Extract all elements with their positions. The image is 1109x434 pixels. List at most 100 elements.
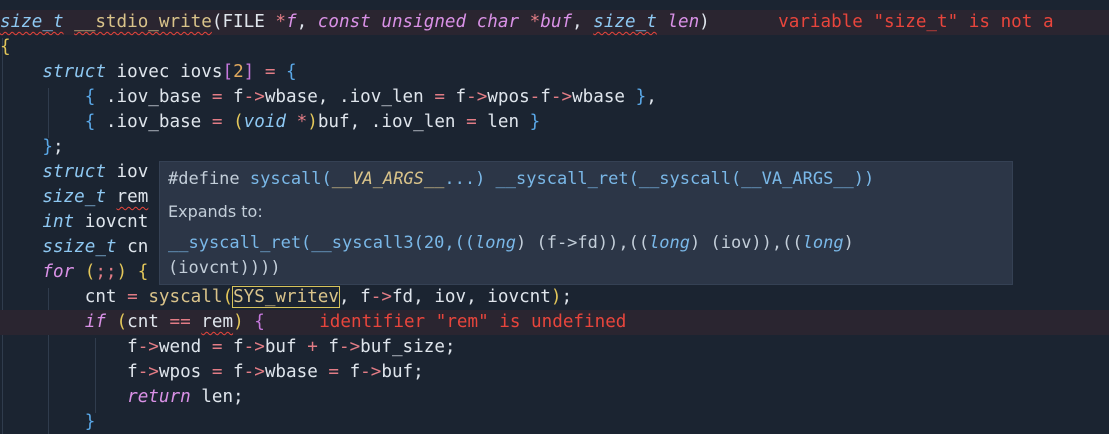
code-token: f — [317, 337, 339, 357]
code-token: f — [338, 362, 361, 382]
code-token: cn — [116, 237, 149, 257]
code-line[interactable]: cnt = syscall(SYS_writev, f->fd, iov, io… — [0, 285, 1109, 310]
code-token: [ — [222, 62, 234, 82]
code-token: ( — [84, 262, 96, 282]
code-token: -> — [243, 337, 265, 357]
code-token: ( — [211, 12, 223, 32]
expansion-line-1: __syscall_ret(__syscall3(20,((long) (f->… — [168, 231, 854, 255]
code-token: ( — [222, 287, 234, 307]
code-line[interactable]: f->wend = f->buf + f->buf_size; — [0, 335, 1109, 360]
code-token: ( — [116, 312, 128, 332]
code-token: , — [296, 12, 318, 32]
code-token: ) — [307, 112, 318, 132]
code-token: } — [529, 112, 541, 132]
code-token: + — [307, 337, 318, 357]
code-line[interactable]: return len; — [0, 385, 1109, 410]
code-token: = — [211, 112, 223, 132]
highlighted-token: SYS_writev — [232, 286, 340, 308]
code-line[interactable]: { .iov_base = f->wbase, .iov_len = f->wp… — [0, 85, 1109, 110]
code-token: for — [42, 262, 75, 282]
code-line[interactable]: struct iovec iovs[2] = { — [0, 60, 1109, 85]
expansion-part: __syscall_ret(__syscall3(20,(( — [168, 233, 476, 253]
code-token: == — [169, 312, 191, 332]
code-token: = — [127, 287, 138, 307]
code-token: size_t — [593, 12, 657, 32]
code-token: ) — [116, 262, 128, 282]
code-token: = — [211, 87, 223, 107]
code-token: len — [667, 12, 700, 32]
code-line[interactable]: f->wpos = f->wbase = f->buf; — [0, 360, 1109, 385]
code-token: if — [84, 312, 106, 332]
code-token: , f — [339, 287, 371, 307]
code-token: = — [211, 362, 223, 382]
code-token: iovec iovs — [105, 62, 223, 82]
code-token: f — [222, 362, 244, 382]
code-token: wbase — [264, 362, 329, 382]
code-token: f — [444, 87, 467, 107]
code-token: buf_size; — [360, 337, 456, 357]
code-token: -> — [338, 337, 361, 357]
code-line[interactable]: } — [0, 410, 1109, 434]
code-token: -> — [550, 87, 573, 107]
code-token: buf — [540, 12, 573, 32]
code-token: buf; — [381, 362, 424, 382]
macro-hover-tooltip: #define syscall(__VA_ARGS__...) __syscal… — [159, 161, 1013, 285]
code-token: wpos — [158, 362, 212, 382]
code-token: buf — [264, 337, 308, 357]
expansion-line-2: (iovcnt)))) — [168, 258, 281, 278]
code-token: ( — [233, 112, 244, 132]
code-token: ] — [243, 62, 255, 82]
code-token: -> — [137, 337, 159, 357]
expands-label: Expands to: — [168, 202, 263, 221]
code-token: f — [286, 12, 297, 32]
code-token: = — [264, 62, 276, 82]
code-token: wbase — [572, 87, 636, 107]
code-token: = — [466, 112, 477, 132]
code-token: * — [529, 12, 541, 32]
code-token: -> — [243, 87, 265, 107]
code-token: f — [222, 87, 244, 107]
code-line[interactable]: { .iov_base = (void *)buf, .iov_len = le… — [0, 110, 1109, 135]
code-token: { — [84, 87, 96, 107]
expansion-type: long — [649, 233, 691, 253]
code-line[interactable]: size_t __stdio_write(FILE *f, const unsi… — [0, 10, 1109, 35]
code-token: return — [127, 387, 191, 407]
code-token: wend — [158, 337, 212, 357]
code-line[interactable]: }; — [0, 135, 1109, 160]
code-token: { — [254, 312, 265, 332]
code-token: -> — [360, 362, 382, 382]
code-token: { — [0, 37, 11, 57]
expansion-type: long — [475, 233, 516, 253]
define-keyword: #define — [168, 169, 240, 189]
expansion-part: ) (iov)),(( — [690, 233, 803, 253]
inline-error-message: variable "size_t" is not a — [735, 12, 1054, 32]
code-token: fd, iov, iovcnt — [391, 287, 551, 307]
code-token: f — [127, 337, 138, 357]
code-token: ;; — [95, 262, 117, 282]
code-token: size_t — [42, 187, 106, 207]
code-token: .iov_base — [95, 112, 212, 132]
code-line[interactable]: { — [0, 35, 1109, 60]
code-line[interactable]: if (cnt == rem) { identifier "rem" is un… — [0, 310, 1109, 335]
